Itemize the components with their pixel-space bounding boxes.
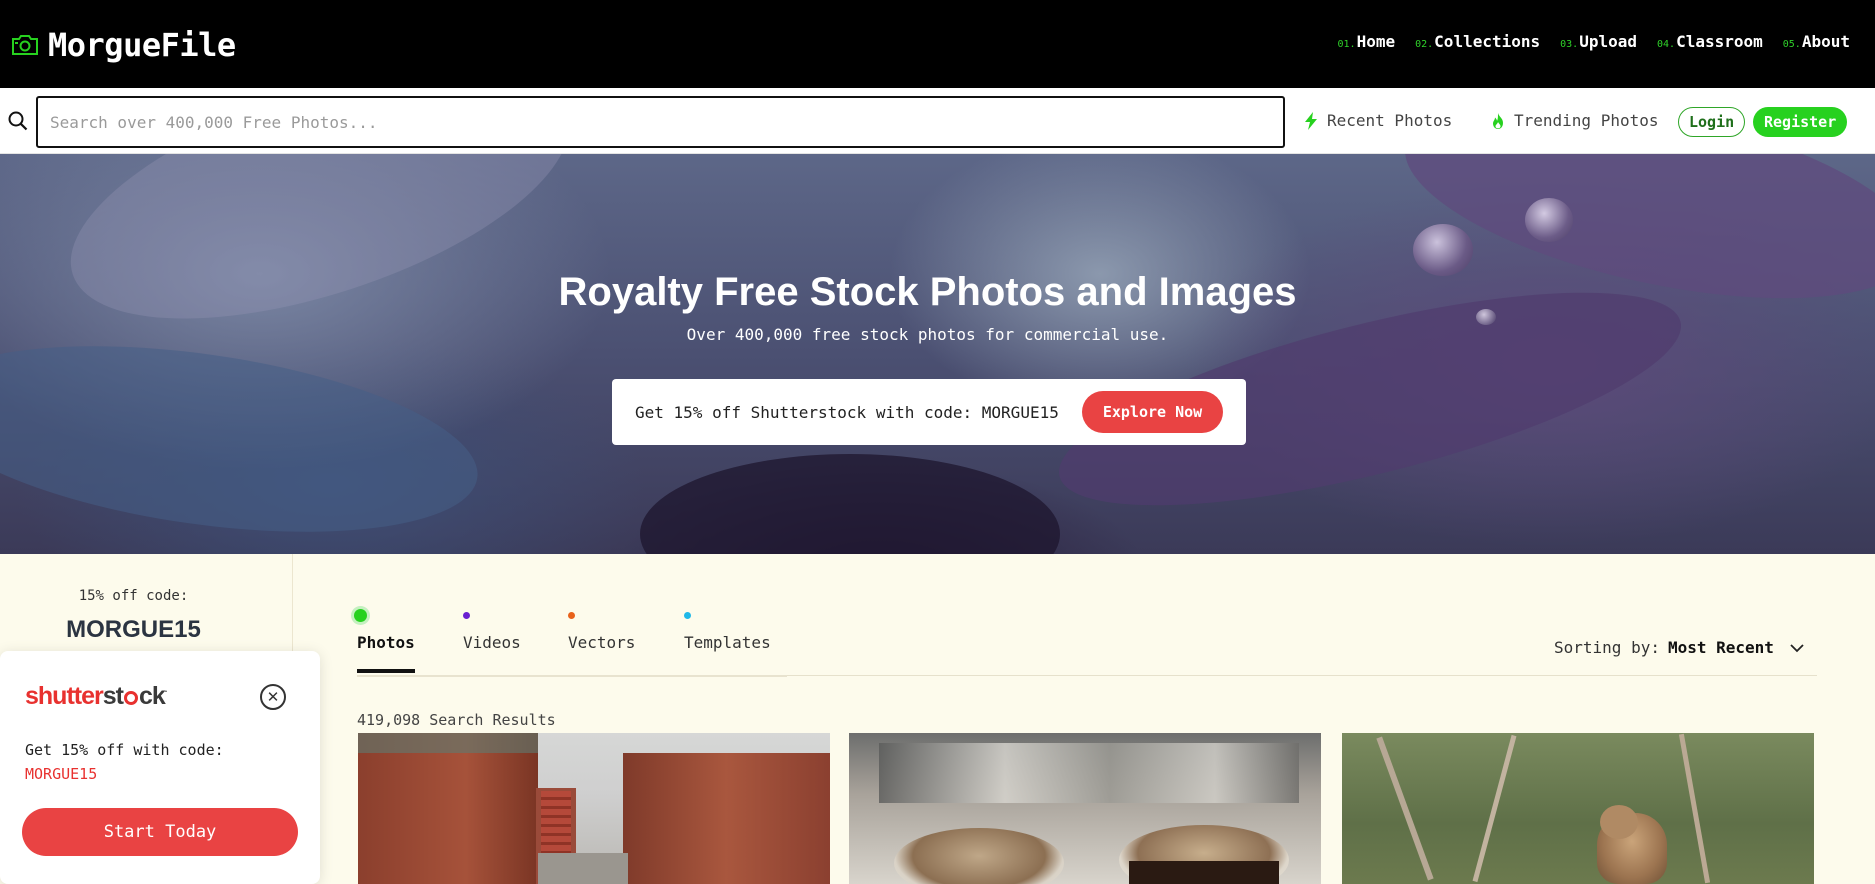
nav-number: 01. [1337, 39, 1356, 50]
photo-street [538, 853, 628, 884]
start-today-button[interactable]: Start Today [22, 808, 298, 856]
nav-collections[interactable]: 02.Collections [1415, 32, 1540, 51]
photo-thumbnail[interactable] [358, 733, 830, 884]
promo-text: Get 15% off Shutterstock with code: MORG… [635, 403, 1059, 422]
photo-window-light [879, 743, 1299, 803]
promo-box: Get 15% off Shutterstock with code: MORG… [612, 379, 1246, 445]
flame-icon [1493, 112, 1503, 129]
logo-text-part: st [102, 682, 124, 710]
water-droplet [1413, 224, 1473, 276]
nav-upload[interactable]: 03.Upload [1560, 32, 1637, 51]
tabs-divider [357, 675, 787, 677]
nav-classroom[interactable]: 04.Classroom [1657, 32, 1763, 51]
login-button[interactable]: Login [1678, 107, 1746, 137]
nav-number: 05. [1782, 39, 1801, 50]
recent-photos-link[interactable]: Recent Photos [1303, 111, 1452, 130]
photo-branch [1472, 734, 1517, 883]
nav-label: Home [1356, 32, 1396, 51]
logo-text-part: ck [138, 682, 166, 710]
photo-building [623, 753, 830, 884]
photo-thumbnail[interactable] [1342, 733, 1814, 884]
chevron-down-icon [1790, 643, 1804, 652]
brand-logo[interactable]: MorgueFile [10, 26, 236, 64]
tab-label: Videos [463, 633, 521, 652]
trending-photos-label: Trending Photos [1514, 111, 1659, 130]
camera-icon [12, 35, 38, 55]
hero-title: Royalty Free Stock Photos and Images [558, 270, 1297, 314]
tab-label: Templates [684, 633, 771, 652]
discount-code-label: 15% off code: [78, 588, 189, 604]
photo-roof [358, 733, 538, 753]
logo-text-part: shutter [25, 682, 104, 710]
nav-number: 03. [1560, 39, 1579, 50]
photo-bird-head [1600, 805, 1638, 839]
tab-dot-icon [684, 612, 691, 619]
nav-label: About [1801, 32, 1850, 51]
main-nav: 01.Home 02.Collections 03.Upload 04.Clas… [1338, 32, 1850, 51]
brand-name: MorgueFile [48, 26, 236, 64]
nav-label: Upload [1579, 32, 1637, 51]
sort-value: Most Recent [1667, 638, 1774, 657]
nav-home[interactable]: 01.Home [1338, 32, 1396, 51]
nav-label: Collections [1434, 32, 1541, 51]
nav-number: 04. [1657, 39, 1676, 50]
nav-label: Classroom [1676, 32, 1763, 51]
popup-message: Get 15% off with code: MORGUE15 [25, 738, 224, 786]
sort-dropdown[interactable]: Sorting by: Most Recent [1554, 638, 1804, 657]
hero-subtitle: Over 400,000 free stock photos for comme… [686, 325, 1169, 344]
photo-thumbnail[interactable] [849, 733, 1321, 884]
active-tab-indicator [357, 669, 415, 673]
explore-now-button[interactable]: Explore Now [1082, 391, 1223, 433]
tab-dot-icon [568, 612, 575, 619]
hero-background-petal [640, 454, 1060, 554]
hero-banner: Royalty Free Stock Photos and Images Ove… [0, 154, 1875, 554]
register-button[interactable]: Register [1753, 107, 1848, 137]
tab-dot-icon [354, 609, 367, 622]
search-results-count: 419,098 Search Results [357, 711, 556, 729]
photo-branch [1376, 736, 1434, 881]
close-icon[interactable]: ✕ [260, 684, 286, 710]
top-nav-bar: MorgueFile 01.Home 02.Collections 03.Upl… [0, 0, 1875, 88]
photo-building [358, 733, 538, 884]
search-bar-row: Recent Photos Trending Photos Login Regi… [0, 88, 1875, 154]
popup-text: Get 15% off with code: [25, 741, 224, 759]
tab-dot-icon [463, 612, 470, 619]
logo-o-part [123, 691, 138, 705]
photo-drink-body [1129, 861, 1279, 884]
discount-code-value: MORGUE15 [66, 616, 201, 643]
tab-label: Vectors [568, 633, 636, 652]
lightning-icon [1305, 111, 1317, 130]
hero-background-petal [0, 315, 490, 554]
photo-cocktail-glass [894, 828, 1064, 884]
shutterstock-popup: shutterst ck· ✕ Get 15% off with code: MO… [0, 651, 320, 884]
popup-code: MORGUE15 [25, 765, 98, 783]
nav-number: 02. [1415, 39, 1434, 50]
recent-photos-label: Recent Photos [1327, 111, 1453, 130]
trending-photos-link[interactable]: Trending Photos [1490, 111, 1659, 130]
tab-label: Photos [357, 633, 415, 652]
water-droplet [1525, 198, 1573, 242]
shutterstock-logo: shutterst ck· [25, 682, 168, 711]
photo-branch [1678, 733, 1711, 884]
logo-dot: · [164, 686, 168, 697]
sort-label: Sorting by: [1554, 638, 1660, 657]
search-input[interactable] [36, 96, 1285, 148]
nav-about[interactable]: 05.About [1783, 32, 1850, 51]
search-icon[interactable] [8, 111, 28, 131]
